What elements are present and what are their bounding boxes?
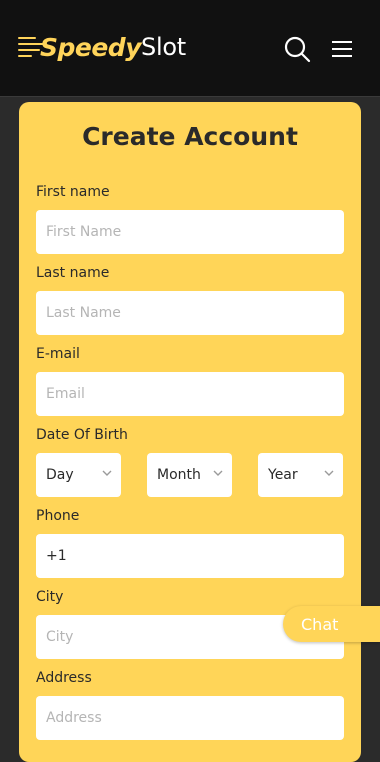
address-placeholder: Address xyxy=(46,710,102,726)
phone-value: +1 xyxy=(46,548,67,564)
email-input[interactable]: Email xyxy=(36,372,344,416)
hamburger-line xyxy=(332,55,352,57)
chevron-down-icon xyxy=(102,470,112,476)
phone-input[interactable]: +1 xyxy=(36,534,344,578)
dob-month-select[interactable]: Month xyxy=(147,453,232,497)
address-input[interactable]: Address xyxy=(36,696,344,740)
address-label: Address xyxy=(36,670,92,686)
last-name-label: Last name xyxy=(36,265,110,281)
dob-label: Date Of Birth xyxy=(36,427,128,443)
site-header: Speedy Slot xyxy=(0,0,380,97)
phone-label: Phone xyxy=(36,508,80,524)
city-label: City xyxy=(36,589,64,605)
chevron-down-icon xyxy=(324,470,334,476)
menu-button[interactable] xyxy=(326,34,356,64)
dob-year-select[interactable]: Year xyxy=(258,453,343,497)
create-account-card: Create Account First name First Name Las… xyxy=(19,102,361,762)
last-name-input[interactable]: Last Name xyxy=(36,291,344,335)
dob-day-select[interactable]: Day xyxy=(36,453,121,497)
dob-month-value: Month xyxy=(157,467,201,483)
chat-button[interactable]: Chat xyxy=(283,606,380,642)
page-title: Create Account xyxy=(82,122,298,151)
logo-text-slot: Slot xyxy=(141,33,186,61)
hamburger-menu-icon xyxy=(332,41,352,43)
first-name-input[interactable]: First Name xyxy=(36,210,344,254)
first-name-label: First name xyxy=(36,184,110,200)
logo[interactable]: Speedy Slot xyxy=(18,30,186,64)
chevron-down-icon xyxy=(213,470,223,476)
email-label: E-mail xyxy=(36,346,80,362)
dob-year-value: Year xyxy=(268,467,298,483)
chat-label: Chat xyxy=(301,614,339,634)
search-icon xyxy=(284,36,311,63)
last-name-placeholder: Last Name xyxy=(46,305,121,321)
email-placeholder: Email xyxy=(46,386,85,402)
dob-day-value: Day xyxy=(46,467,74,483)
first-name-placeholder: First Name xyxy=(46,224,122,240)
hamburger-line xyxy=(332,48,352,50)
search-button[interactable] xyxy=(282,34,312,64)
city-placeholder: City xyxy=(46,629,74,645)
logo-text-speedy: Speedy xyxy=(40,32,142,62)
